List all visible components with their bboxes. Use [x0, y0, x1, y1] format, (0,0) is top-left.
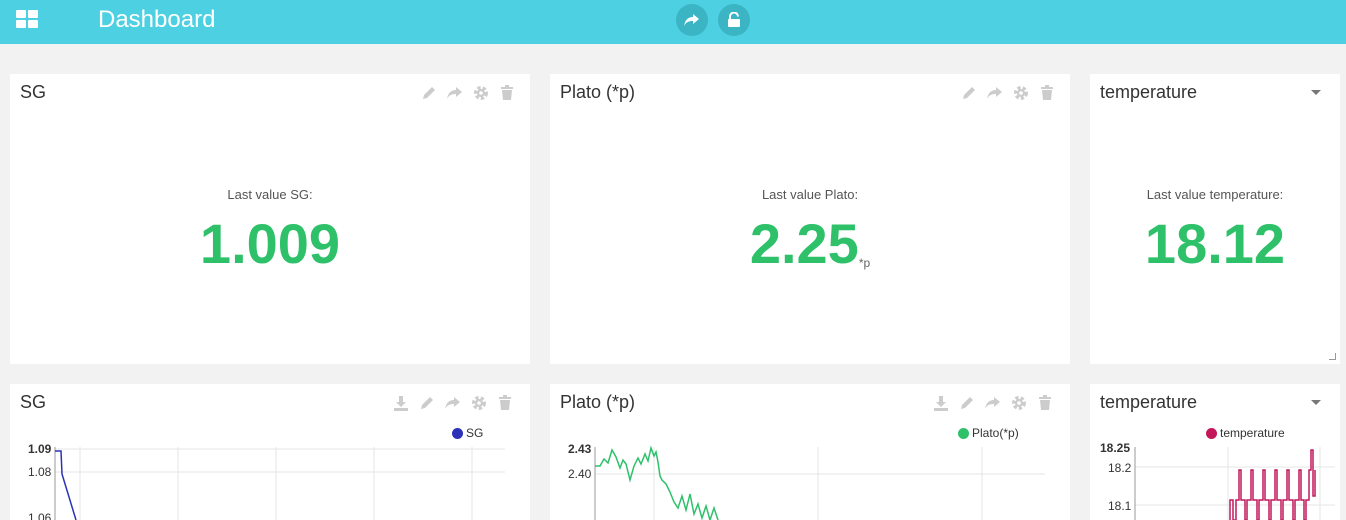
y-tick-label: 2.40 [568, 467, 592, 481]
last-value: 18.12 [1090, 210, 1340, 278]
share-icon[interactable] [446, 84, 464, 102]
sg-chart: 1.09 1.08 1.06 [28, 442, 505, 520]
last-value-label: Last value SG: [227, 187, 313, 202]
trash-icon[interactable] [1038, 84, 1056, 102]
chevron-down-icon[interactable] [1311, 90, 1321, 95]
value-unit: *p [858, 256, 871, 270]
card-toolbar [420, 84, 516, 102]
temperature-series-line [1229, 449, 1316, 520]
card-title: temperature [1100, 82, 1198, 102]
sg-chart-card: SG SG 1.09 1.08 1.06 [10, 384, 530, 520]
plato-chart-card: Plato (*p) Plato(*p) 2.43 2.40 [550, 384, 1070, 520]
y-tick-label: 1.09 [28, 442, 52, 456]
plato-value-card: Plato (*p) Last value Plato: 2.25*p [550, 74, 1070, 364]
y-tick-label: 1.08 [28, 465, 52, 479]
resize-handle[interactable] [1329, 353, 1336, 360]
temperature-value-card: temperature Last value temperature: 18.1… [1090, 74, 1340, 364]
last-value: 1.009 [10, 210, 530, 278]
gear-icon[interactable] [1012, 84, 1030, 102]
last-value-label: Last value temperature: [1146, 187, 1284, 202]
share-icon[interactable] [986, 84, 1004, 102]
gear-icon[interactable] [472, 84, 490, 102]
edit-icon[interactable] [960, 84, 978, 102]
page-title: Dashboard [98, 6, 216, 33]
y-tick-label: 2.43 [568, 442, 592, 456]
last-value: 2.25*p [550, 210, 1070, 297]
card-title: Plato (*p) [560, 82, 636, 102]
plato-series-line [595, 445, 719, 520]
share-icon [684, 14, 699, 26]
sg-value-card: SG Last value SG: 1.009 [10, 74, 530, 364]
card-toolbar [960, 84, 1056, 102]
value-text: 18.12 [1144, 212, 1286, 275]
plato-chart: 2.43 2.40 [568, 442, 1045, 520]
card-title: SG [20, 82, 47, 102]
y-tick-label: 18.1 [1108, 499, 1132, 513]
trash-icon[interactable] [498, 84, 516, 102]
temperature-chart: 18.25 18.2 18.1 [1100, 441, 1335, 520]
edit-icon[interactable] [420, 84, 438, 102]
y-tick-label: 1.06 [28, 511, 52, 520]
y-tick-label: 18.2 [1108, 461, 1132, 475]
top-bar: Dashboard [0, 0, 1346, 44]
lock-button[interactable] [718, 4, 750, 36]
temperature-chart-card: temperature temperature 18.25 18.2 18.1 [1090, 384, 1340, 520]
unlock-icon [728, 12, 740, 27]
share-button[interactable] [676, 4, 708, 36]
y-tick-label: 18.25 [1100, 441, 1130, 455]
last-value-label: Last value Plato: [761, 187, 859, 202]
value-text: 1.009 [199, 212, 341, 275]
sg-series-line [55, 450, 77, 520]
grid-icon[interactable] [16, 10, 38, 28]
value-text: 2.25 [749, 212, 859, 275]
